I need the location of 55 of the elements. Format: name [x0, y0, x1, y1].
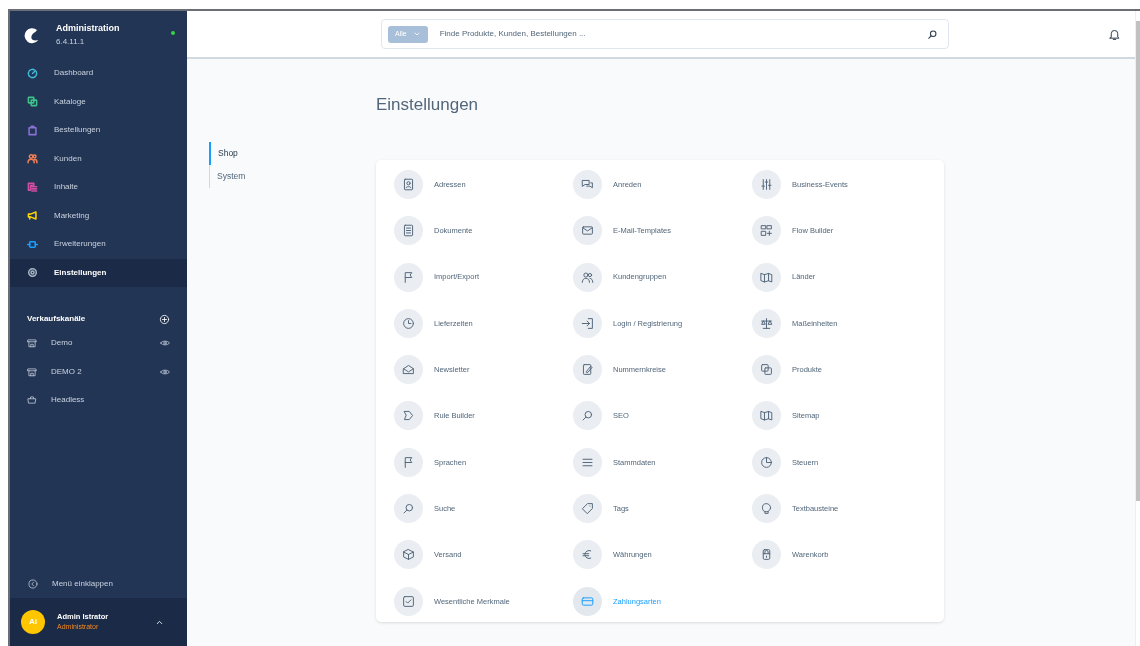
storefront-icon	[27, 366, 37, 377]
map-icon	[760, 409, 773, 423]
sliders-icon	[760, 178, 773, 191]
add-icon[interactable]	[159, 313, 170, 325]
nav-item[interactable]: Bestellungen	[10, 116, 187, 145]
chevron-circle-icon	[28, 579, 38, 589]
lock-icon	[760, 548, 773, 562]
collapse-menu-link[interactable]: Menü einklappen	[10, 570, 187, 598]
scale-icon	[760, 316, 773, 330]
tab[interactable]: Shop	[209, 142, 376, 165]
sales-channel-item[interactable]: Headless	[10, 386, 187, 415]
document-icon	[402, 224, 415, 238]
lightbulb-icon	[760, 502, 773, 516]
euro-icon	[581, 548, 594, 562]
scrollbar-thumb[interactable]	[1136, 21, 1140, 501]
envelope-icon	[581, 224, 594, 238]
clock-icon	[402, 316, 415, 330]
checkbox-icon	[402, 594, 415, 608]
nav-item[interactable]: Erweiterungen	[10, 230, 187, 259]
box-icon	[402, 548, 415, 562]
search-icon	[581, 409, 594, 423]
version-label: 6.4.11.1	[56, 35, 86, 48]
storefront-icon	[27, 338, 37, 349]
nav-item[interactable]: Kunden	[10, 144, 187, 173]
page-title: Einstellungen	[376, 95, 480, 116]
tag-shape-icon	[402, 409, 415, 423]
nav-item[interactable]: Kataloge	[10, 87, 187, 116]
open-envelope-icon	[402, 363, 415, 377]
blocks-plus-icon	[760, 224, 773, 238]
contact-book-icon	[402, 178, 415, 191]
nav-item[interactable]: Inhalte	[10, 173, 187, 202]
map-icon	[760, 270, 773, 284]
nav-item[interactable]: Dashboard	[10, 59, 187, 88]
flag-icon	[402, 455, 415, 469]
nav-item[interactable]: Marketing	[10, 201, 187, 230]
bell-icon[interactable]	[1108, 27, 1121, 41]
nav-item[interactable]: Einstellungen	[10, 258, 187, 287]
sales-channel-item[interactable]: DEMO 2	[10, 357, 187, 386]
login-icon	[581, 316, 594, 330]
search-icon[interactable]	[927, 28, 938, 40]
basket-icon	[27, 395, 37, 406]
chat-bubbles-icon	[581, 178, 594, 191]
avatar: AI	[21, 610, 45, 634]
credit-card-icon	[581, 594, 594, 608]
sales-channel-item[interactable]: Demo	[10, 329, 187, 358]
tag-icon	[581, 502, 594, 516]
people-icon	[581, 270, 594, 284]
flag-icon	[402, 270, 415, 284]
caret-icon	[412, 30, 421, 38]
pie-chart-icon	[760, 455, 773, 469]
squares-icon	[760, 363, 773, 377]
app-title: Administration	[56, 22, 120, 36]
edit-document-icon	[581, 363, 594, 377]
search-icon	[402, 502, 415, 516]
section-heading: Verkaufskanäle	[27, 313, 86, 325]
